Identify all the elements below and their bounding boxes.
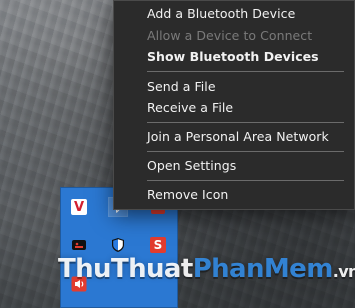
menu-item-add-bluetooth-device[interactable]: Add a Bluetooth Device (114, 1, 354, 25)
menu-item-remove-icon[interactable]: Remove Icon (114, 182, 354, 206)
menu-separator (147, 71, 344, 72)
menu-item-receive-file[interactable]: Receive a File (114, 95, 354, 119)
bluetooth-context-menu: Add a Bluetooth Device Allow a Device to… (113, 0, 355, 210)
vietkey-icon[interactable]: V (70, 198, 88, 216)
security-shield-svg (112, 238, 124, 252)
menu-item-show-bluetooth-devices[interactable]: Show Bluetooth Devices (114, 44, 354, 68)
menu-item-open-settings[interactable]: Open Settings (114, 153, 354, 177)
menu-separator (147, 180, 344, 181)
watermark-part2: PhanMem (192, 254, 334, 284)
menu-separator (147, 151, 344, 152)
vietkey-badge: V (71, 199, 87, 215)
menu-separator (147, 122, 344, 123)
gpu-icon-svg (72, 240, 86, 250)
watermark-part1: ThuThuat (58, 254, 193, 284)
menu-item-join-personal-area-network[interactable]: Join a Personal Area Network (114, 124, 354, 148)
watermark-part3: .vn (332, 262, 355, 281)
snagit-badge: S (150, 237, 166, 253)
watermark: ThuThuatPhanMem.vn (58, 252, 355, 286)
